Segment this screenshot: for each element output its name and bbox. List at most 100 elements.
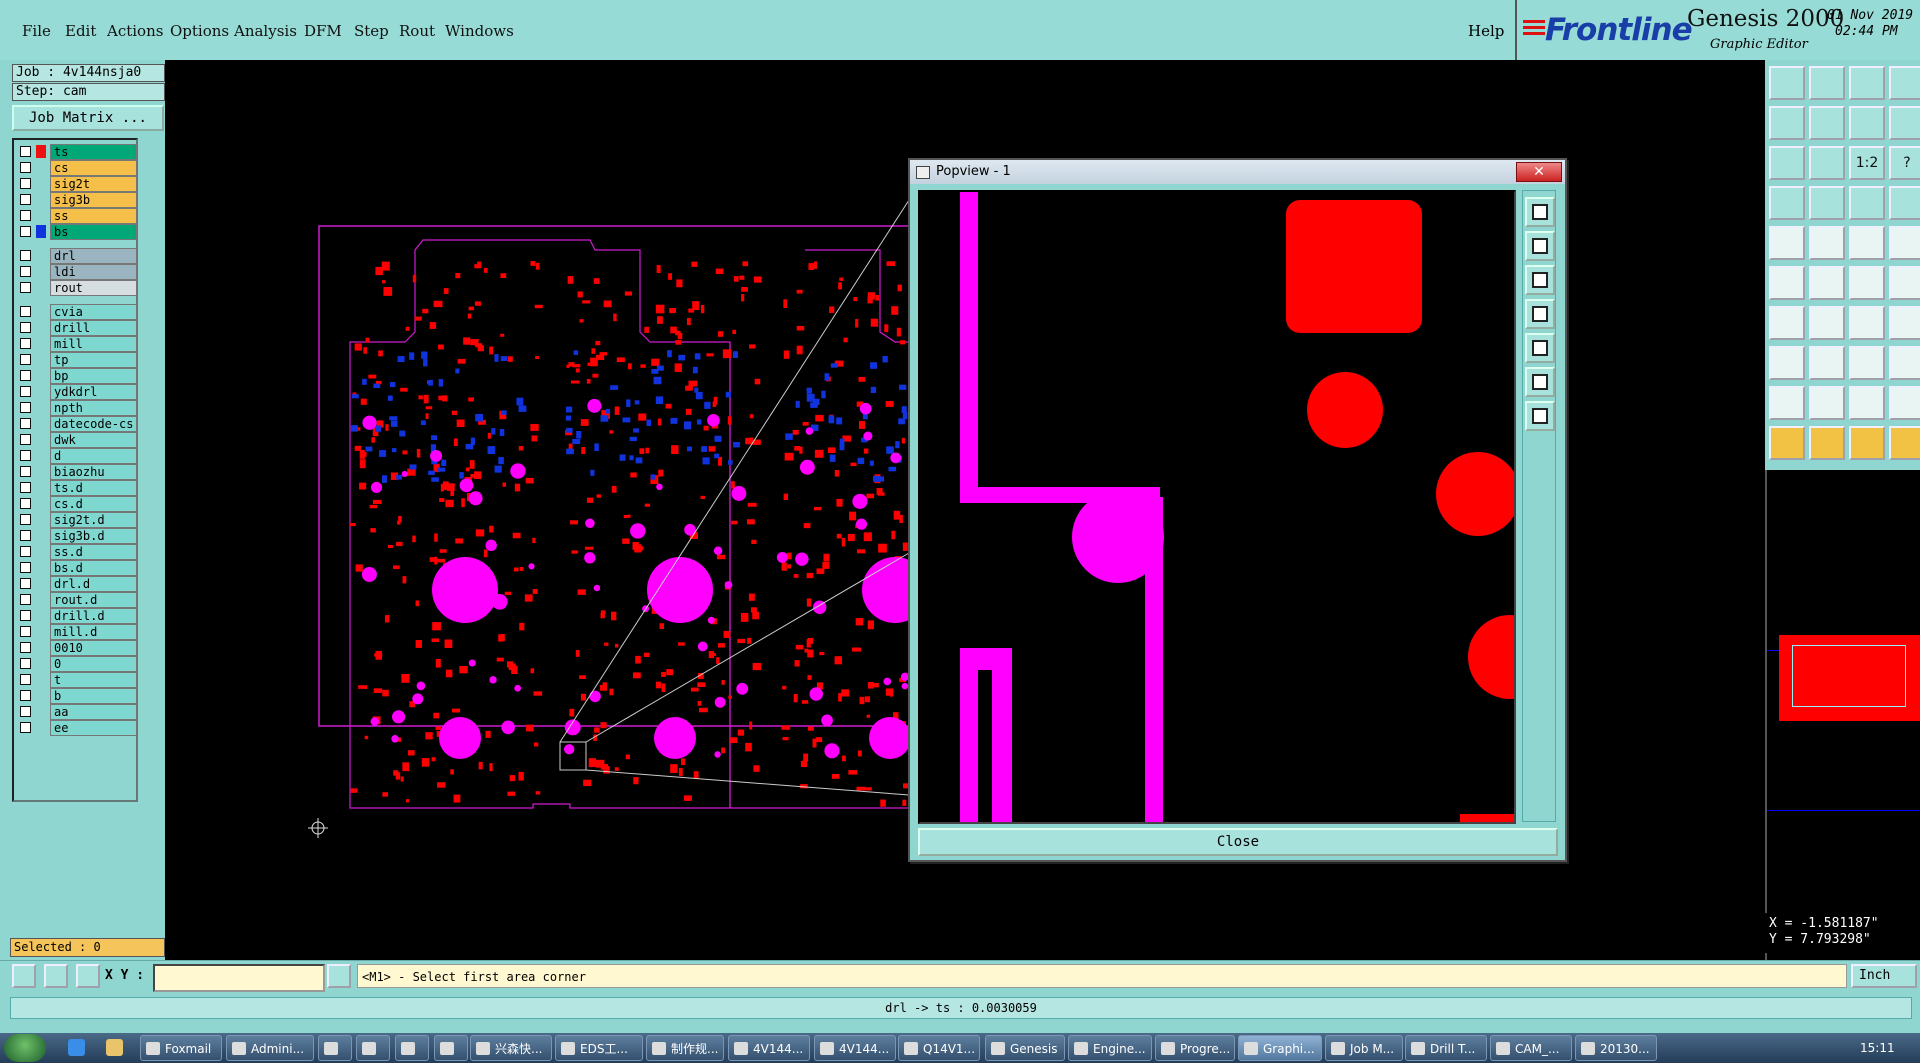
pan-right-icon[interactable]: [1809, 106, 1845, 140]
menu-file[interactable]: File: [22, 22, 51, 40]
layer-name[interactable]: 0010: [50, 640, 137, 656]
ie-icon[interactable]: [68, 1039, 85, 1056]
popview-close-button[interactable]: Close: [918, 828, 1558, 856]
layer-checkbox[interactable]: [20, 210, 31, 221]
layer-name[interactable]: sig3b.d: [50, 528, 137, 544]
taskbar-item[interactable]: Admini...: [226, 1035, 314, 1061]
layer-checkbox[interactable]: [20, 466, 31, 477]
taskbar-item[interactable]: 20130...: [1575, 1035, 1657, 1061]
scroll-icon[interactable]: [1889, 66, 1920, 100]
taskbar-item[interactable]: [356, 1035, 390, 1061]
zoom-fit-icon[interactable]: [1769, 146, 1805, 180]
taskbar-item[interactable]: EDS工...: [555, 1035, 643, 1061]
layer-row[interactable]: sig2t.d: [16, 512, 137, 528]
line-icon[interactable]: [1809, 226, 1845, 260]
layer-checkbox[interactable]: [20, 610, 31, 621]
layer-row[interactable]: bp: [16, 368, 137, 384]
taskbar-item[interactable]: Genesis: [985, 1035, 1065, 1061]
layer-row[interactable]: sig3b: [16, 192, 137, 208]
layer-name[interactable]: bs.d: [50, 560, 137, 576]
pan-left-icon[interactable]: [1769, 106, 1805, 140]
select-icon[interactable]: [1809, 426, 1845, 460]
layer-checkbox[interactable]: [20, 530, 31, 541]
dimension-icon[interactable]: [1849, 346, 1885, 380]
arc-point-icon[interactable]: [1849, 266, 1885, 300]
layer-row[interactable]: drill.d: [16, 608, 137, 624]
layer-name[interactable]: d: [50, 448, 137, 464]
layer-row[interactable]: bs: [16, 224, 137, 240]
job-matrix-button[interactable]: Job Matrix ...: [12, 105, 164, 131]
layer-row[interactable]: cvia: [16, 304, 137, 320]
pan-icon[interactable]: [1525, 401, 1555, 431]
layer-row[interactable]: ts.d: [16, 480, 137, 496]
layer-checkbox[interactable]: [20, 450, 31, 461]
layer-checkbox[interactable]: [20, 722, 31, 733]
layer-down-icon[interactable]: [1809, 66, 1845, 100]
taskbar-item[interactable]: Job M...: [1325, 1035, 1403, 1061]
layer-checkbox[interactable]: [20, 402, 31, 413]
taskbar-item[interactable]: 4V144...: [814, 1035, 896, 1061]
layer-row[interactable]: npth: [16, 400, 137, 416]
layer-checkbox[interactable]: [20, 674, 31, 685]
filter-icon[interactable]: [1769, 186, 1805, 220]
layer-name[interactable]: cvia: [50, 304, 137, 320]
layer-name[interactable]: b: [50, 688, 137, 704]
layer-checkbox[interactable]: [20, 658, 31, 669]
measure-icon[interactable]: [44, 964, 68, 988]
taskbar-item[interactable]: [318, 1035, 352, 1061]
triangle-b-icon[interactable]: [1809, 386, 1845, 420]
layer-name[interactable]: sig3b: [50, 192, 137, 208]
info-icon[interactable]: [327, 964, 351, 988]
layer-name[interactable]: rout.d: [50, 592, 137, 608]
layer-row[interactable]: ee: [16, 720, 137, 736]
zoom-area-icon[interactable]: [1525, 367, 1555, 397]
layer-name[interactable]: cs: [50, 160, 137, 176]
layer-row[interactable]: ss: [16, 208, 137, 224]
layer-row[interactable]: sig2t: [16, 176, 137, 192]
shift-icon[interactable]: [1889, 106, 1920, 140]
layer-checkbox[interactable]: [20, 434, 31, 445]
layer-row[interactable]: biaozhu: [16, 464, 137, 480]
layer-checkbox[interactable]: [20, 306, 31, 317]
layer-row[interactable]: drl: [16, 248, 137, 264]
layer-name[interactable]: biaozhu: [50, 464, 137, 480]
layer-name[interactable]: drill.d: [50, 608, 137, 624]
layer-checkbox[interactable]: [20, 338, 31, 349]
layer-name[interactable]: dwk: [50, 432, 137, 448]
layer-name[interactable]: bp: [50, 368, 137, 384]
ruler-icon[interactable]: [1849, 226, 1885, 260]
taskbar-item[interactable]: Graphi...: [1238, 1035, 1322, 1061]
pad-icon[interactable]: [1769, 226, 1805, 260]
layer-name[interactable]: drill: [50, 320, 137, 336]
layer-row[interactable]: rout: [16, 280, 137, 296]
layer-name[interactable]: cs.d: [50, 496, 137, 512]
measure-icon[interactable]: [1769, 346, 1805, 380]
taskbar-item[interactable]: 制作规...: [646, 1035, 724, 1061]
menu-windows[interactable]: Windows: [445, 22, 514, 40]
snap-pad-icon[interactable]: [1889, 186, 1920, 220]
popview-titlebar[interactable]: Popview - 1 ✕: [910, 160, 1565, 184]
menu-step[interactable]: Step: [354, 22, 389, 40]
layer-name[interactable]: drl.d: [50, 576, 137, 592]
layer-name[interactable]: ts.d: [50, 480, 137, 496]
arc-icon[interactable]: [1849, 306, 1885, 340]
start-button[interactable]: [4, 1034, 46, 1062]
layer-row[interactable]: d: [16, 448, 137, 464]
layer-row[interactable]: mill.d: [16, 624, 137, 640]
table-icon[interactable]: [1849, 66, 1885, 100]
layer-name[interactable]: ss.d: [50, 544, 137, 560]
layer-row[interactable]: ldi: [16, 264, 137, 280]
overview-map[interactable]: [1765, 470, 1920, 970]
layer-row[interactable]: ts: [16, 144, 137, 160]
layer-name[interactable]: ts: [50, 144, 137, 160]
taskbar-item[interactable]: Drill T...: [1405, 1035, 1487, 1061]
layer-checkbox[interactable]: [20, 250, 31, 261]
route-icon[interactable]: [1889, 426, 1920, 460]
pan-left-icon[interactable]: [1525, 299, 1555, 329]
layer-row[interactable]: ydkdrl: [16, 384, 137, 400]
taskbar-item[interactable]: 4V144...: [728, 1035, 810, 1061]
layer-row[interactable]: mill: [16, 336, 137, 352]
zoom-out-icon[interactable]: [1525, 265, 1555, 295]
split-icon[interactable]: [1849, 106, 1885, 140]
layer-name[interactable]: drl: [50, 248, 137, 264]
